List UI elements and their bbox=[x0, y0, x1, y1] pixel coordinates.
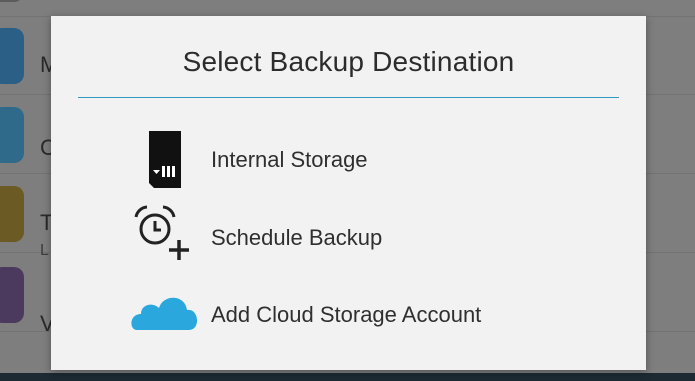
option-add-cloud-storage-account[interactable]: Add Cloud Storage Account bbox=[51, 278, 646, 350]
option-label: Internal Storage bbox=[211, 147, 368, 172]
dialog-title: Select Backup Destination bbox=[182, 46, 515, 77]
option-label: Add Cloud Storage Account bbox=[211, 302, 482, 327]
cloud-icon bbox=[131, 292, 201, 356]
option-internal-storage[interactable]: Internal Storage bbox=[51, 123, 646, 195]
title-divider bbox=[78, 97, 619, 98]
bottom-bar bbox=[0, 373, 695, 381]
alarm-clock-plus-icon bbox=[131, 202, 201, 266]
list-item bbox=[0, 0, 695, 17]
app-icon bbox=[0, 186, 24, 242]
app-icon bbox=[0, 28, 24, 84]
app-icon bbox=[0, 0, 24, 2]
backup-destination-dialog: Select Backup Destination Internal Stora… bbox=[51, 16, 646, 370]
app-icon bbox=[0, 267, 24, 323]
option-schedule-backup[interactable]: Schedule Backup bbox=[51, 201, 646, 273]
app-icon bbox=[0, 107, 24, 163]
sd-card-icon bbox=[131, 129, 201, 193]
option-label: Schedule Backup bbox=[211, 225, 383, 250]
